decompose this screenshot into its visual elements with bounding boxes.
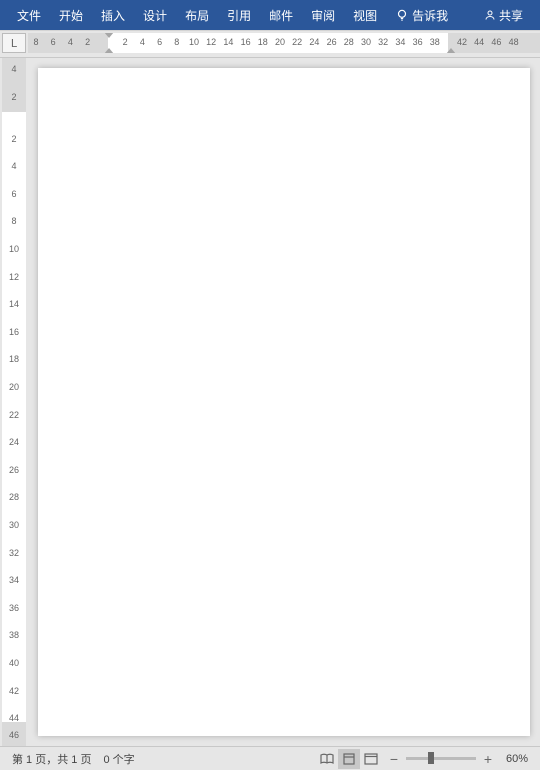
first-line-indent-marker[interactable] (104, 33, 114, 38)
ribbon-bar: 文件 开始 插入 设计 布局 引用 邮件 审阅 视图 告诉我 共享 (0, 0, 540, 30)
tab-layout[interactable]: 布局 (176, 0, 218, 30)
ruler-area: L 86422468101214161820222426283032343638… (0, 30, 540, 58)
zoom-percentage[interactable]: 60% (500, 753, 534, 765)
person-icon (484, 9, 496, 21)
page-number-status[interactable]: 第 1 页，共 1 页 (6, 751, 97, 767)
read-mode-icon (320, 753, 334, 765)
tab-stop-selector[interactable]: L (2, 33, 26, 53)
right-indent-marker[interactable] (446, 48, 456, 53)
vertical-ruler[interactable]: 4224681012141618202224262830323436384042… (2, 58, 26, 746)
share-button[interactable]: 共享 (475, 0, 532, 30)
tab-design[interactable]: 设计 (134, 0, 176, 30)
share-label: 共享 (499, 7, 523, 24)
tab-mailings[interactable]: 邮件 (260, 0, 302, 30)
tell-me-label: 告诉我 (412, 7, 448, 24)
tell-me-button[interactable]: 告诉我 (386, 0, 457, 30)
tab-review[interactable]: 审阅 (302, 0, 344, 30)
word-count-status[interactable]: 0 个字 (97, 751, 140, 767)
workspace: 4224681012141618202224262830323436384042… (0, 58, 540, 746)
read-mode-button[interactable] (316, 749, 338, 769)
page[interactable] (38, 68, 530, 736)
tab-view[interactable]: 视图 (344, 0, 386, 30)
zoom-slider-thumb[interactable] (428, 752, 434, 764)
status-bar: 第 1 页，共 1 页 0 个字 − + 60% (0, 746, 540, 770)
zoom-slider[interactable] (406, 757, 476, 760)
document-area[interactable] (28, 58, 540, 746)
tab-file[interactable]: 文件 (8, 0, 50, 30)
tab-insert[interactable]: 插入 (92, 0, 134, 30)
print-layout-button[interactable] (338, 749, 360, 769)
horizontal-ruler[interactable]: 8642246810121416182022242628303234363842… (28, 33, 540, 53)
tab-references[interactable]: 引用 (218, 0, 260, 30)
web-layout-button[interactable] (360, 749, 382, 769)
web-layout-icon (364, 753, 378, 765)
zoom-in-button[interactable]: + (480, 751, 496, 767)
print-layout-icon (343, 753, 355, 765)
hanging-indent-marker[interactable] (104, 48, 114, 53)
zoom-control: − + (382, 751, 500, 767)
tab-home[interactable]: 开始 (50, 0, 92, 30)
zoom-out-button[interactable]: − (386, 751, 402, 767)
lightbulb-icon (395, 8, 409, 22)
